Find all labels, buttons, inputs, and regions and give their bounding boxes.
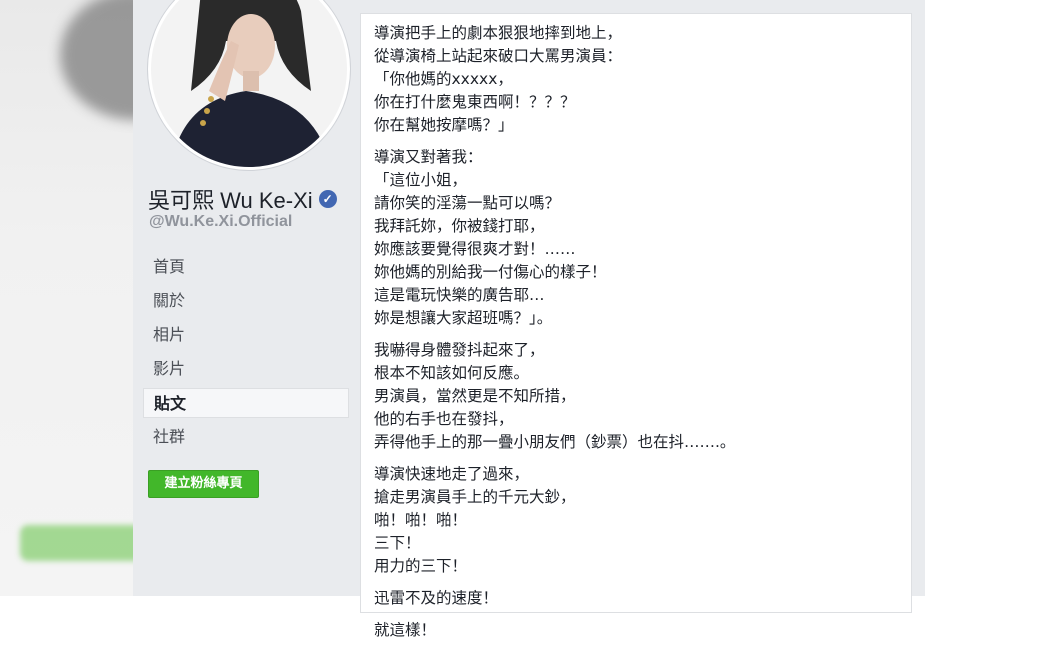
nav-item-photos[interactable]: 相片 xyxy=(143,320,349,350)
post-text-line: 妳應該要覺得很爽才對！…… xyxy=(374,240,576,258)
blurred-green-shape xyxy=(20,525,133,561)
create-page-button[interactable]: 建立粉絲專頁 xyxy=(148,470,259,498)
post-paragraph: 導演又對著我： 「這位小姐， 請你笑的淫蕩一點可以嗎？ 我拜託妳，你被錢打耶， 妳應該要… xyxy=(374,146,904,330)
post-text-line: 導演把手上的劇本狠狠地摔到地上， xyxy=(374,24,623,42)
nav-item-home[interactable]: 首頁 xyxy=(143,252,349,282)
post-text-line: 妳是想讓大家超班嗎？」。 xyxy=(374,309,553,327)
post-paragraph: 導演快速地走了過來， 搶走男演員手上的千元大鈔， 啪！啪！啪！ 三下！ 用力的三下！ xyxy=(374,463,904,578)
post-text-line: 弄得他手上的那一疊小朋友們（鈔票）也在抖…….。 xyxy=(374,433,736,451)
post-text-line: 你在打什麼鬼東西啊！？？？ xyxy=(374,93,576,111)
post-text-line: 我嚇得身體發抖起來了， xyxy=(374,341,545,359)
nav-item-posts[interactable]: 貼文 xyxy=(143,388,349,418)
post-text-line: 迅雷不及的速度！ xyxy=(374,589,499,607)
post-text-line: 搶走男演員手上的千元大鈔， xyxy=(374,488,576,506)
post-text-line: 妳他媽的別給我一付傷心的樣子！ xyxy=(374,263,607,281)
page-navigation: 首頁 關於 相片 影片 貼文 社群 xyxy=(143,252,349,456)
post-text-line: 「這位小姐， xyxy=(374,171,468,189)
post-body: 導演把手上的劇本狠狠地摔到地上， 從導演椅上站起來破口大罵男演員： 「你他媽的xxx… xyxy=(374,22,904,651)
profile-name: 吳可熙 Wu Ke-Xi ✓ xyxy=(148,183,337,215)
nav-item-about[interactable]: 關於 xyxy=(143,286,349,316)
post-paragraph: 迅雷不及的速度！ xyxy=(374,587,904,610)
post-text-line: 男演員，當然更是不知所措， xyxy=(374,387,576,405)
post-text-line: 你在幫她按摩嗎？」 xyxy=(374,116,514,134)
blurred-background-left xyxy=(0,0,133,596)
avatar-portrait-image xyxy=(151,0,347,167)
verified-check-icon: ✓ xyxy=(318,190,337,208)
post-text-line: 從導演椅上站起來破口大罵男演員： xyxy=(374,47,623,65)
post-text-line: 他的右手也在發抖， xyxy=(374,410,514,428)
profile-name-text: 吳可熙 Wu Ke-Xi xyxy=(148,188,313,213)
post-text-line: 導演快速地走了過來， xyxy=(374,465,530,483)
profile-handle[interactable]: @Wu.Ke.Xi.Official xyxy=(149,213,292,231)
post-text-line: 根本不知該如何反應。 xyxy=(374,364,530,382)
post-paragraph: 就這樣！ xyxy=(374,619,904,642)
post-card: 導演把手上的劇本狠狠地摔到地上， 從導演椅上站起來破口大罵男演員： 「你他媽的xxx… xyxy=(360,13,912,639)
nav-item-videos[interactable]: 影片 xyxy=(143,354,349,384)
post-text-line: 「你他媽的xxxxx， xyxy=(374,70,513,88)
post-text-line: 這是電玩快樂的廣告耶… xyxy=(374,286,545,304)
nav-item-community[interactable]: 社群 xyxy=(143,422,349,452)
blurred-shape xyxy=(60,0,133,120)
post-text-line: 就這樣！ xyxy=(374,621,437,639)
post-text-line: 啪！啪！啪！ xyxy=(374,511,468,529)
post-text-line: 用力的三下！ xyxy=(374,557,468,575)
background-right xyxy=(925,0,1060,596)
post-paragraph: 我嚇得身體發抖起來了， 根本不知該如何反應。男演員，當然更是不知所措， 他的右手也在… xyxy=(374,339,904,454)
post-text-line: 三下！ xyxy=(374,534,421,552)
post-text-line: 我拜託妳，你被錢打耶， xyxy=(374,217,545,235)
post-paragraph: 導演把手上的劇本狠狠地摔到地上， 從導演椅上站起來破口大罵男演員： 「你他媽的xxx… xyxy=(374,22,904,137)
post-text-line: 導演又對著我： xyxy=(374,148,483,166)
post-text-line: 請你笑的淫蕩一點可以嗎？ xyxy=(374,194,561,212)
